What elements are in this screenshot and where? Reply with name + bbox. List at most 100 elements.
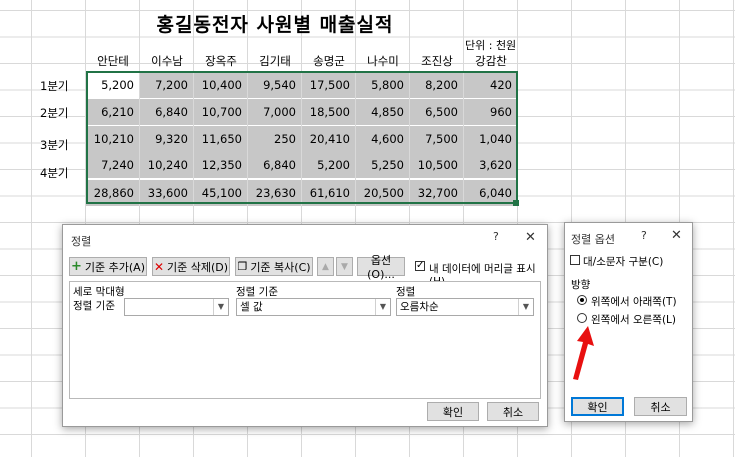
help-button[interactable]: ? [493,230,499,243]
close-button[interactable]: ✕ [671,228,682,243]
fill-handle[interactable] [513,200,519,206]
column-header[interactable]: 송명군 [302,53,356,69]
table-cell[interactable]: 28,860 [86,180,139,206]
column-header[interactable]: 나수미 [356,53,410,69]
table-cell[interactable]: 4,850 [356,99,409,125]
table-cell[interactable]: 6,040 [464,180,517,206]
table-cell[interactable]: 6,500 [410,99,463,125]
table-cell[interactable]: 20,410 [302,126,355,152]
table-cell[interactable]: 7,240 [86,152,139,178]
move-up-button[interactable]: ▲ [317,257,334,276]
table-cell[interactable]: 5,800 [356,72,409,98]
sort-on-header: 정렬 기준 [236,286,278,298]
column-header[interactable]: 안단테 [86,53,140,69]
sort-on-value: 셀 값 [240,301,263,313]
arrow-shape [573,326,594,380]
copy-icon: ❐ [237,260,248,273]
case-sensitive-checkbox[interactable] [570,255,580,265]
table-cell[interactable]: 12,350 [194,152,247,178]
order-select[interactable]: 오름차순 ▼ [396,298,534,316]
add-level-label: 기준 추가(A) [84,260,145,274]
table-cell[interactable]: 5,250 [356,152,409,178]
chevron-up-icon: ▲ [322,261,329,272]
table-cell[interactable]: 33,600 [140,180,193,206]
ok-button[interactable]: 확인 [427,402,479,421]
table-cell[interactable]: 1,040 [464,126,517,152]
top-to-bottom-label[interactable]: 위쪽에서 아래쪽(T) [591,294,677,309]
add-level-button[interactable]: + 기준 추가(A) [69,257,147,276]
sort-dialog-title: 정렬 [71,235,92,248]
row-header[interactable]: 2분기 [40,105,80,121]
table-cell[interactable]: 10,400 [194,72,247,98]
table-cell[interactable]: 250 [248,126,301,152]
orientation-label: 방향 [571,279,591,291]
row-header[interactable]: 4분기 [40,165,80,181]
table-cell[interactable]: 960 [464,99,517,125]
table-cell[interactable]: 10,700 [194,99,247,125]
copy-level-button[interactable]: ❐ 기준 복사(C) [235,257,313,276]
table-cell[interactable]: 10,500 [410,152,463,178]
table-cell[interactable]: 9,320 [140,126,193,152]
column-header[interactable]: 장옥주 [194,53,248,69]
table-cell[interactable]: 5,200 [86,72,139,98]
delete-level-label: 기준 삭제(D) [167,260,229,274]
table-cell[interactable]: 32,700 [410,180,463,206]
close-button[interactable]: ✕ [525,230,536,245]
table-cell[interactable]: 8,200 [410,72,463,98]
table-cell[interactable]: 9,540 [248,72,301,98]
chevron-down-icon: ▼ [341,261,348,272]
sheet-title[interactable]: 홍길동전자 사원별 매출실적 [150,10,400,37]
copy-level-label: 기준 복사(C) [250,260,311,274]
table-cell[interactable]: 7,500 [410,126,463,152]
chevron-down-icon: ▼ [375,299,390,315]
table-cell[interactable]: 17,500 [302,72,355,98]
table-cell[interactable]: 7,000 [248,99,301,125]
header-checkbox[interactable]: ✓ [415,261,425,271]
delete-level-button[interactable]: ✕ 기준 삭제(D) [152,257,230,276]
table-cell[interactable]: 23,630 [248,180,301,206]
sort-dialog: 정렬 ? ✕ + 기준 추가(A) ✕ 기준 삭제(D) ❐ 기준 복사(C) … [62,224,548,427]
sort-levels-list: 세로 막대형 정렬 기준 정렬 정렬 기준 ▼ 셀 값 ▼ 오름차순 ▼ [69,281,541,399]
table-cell[interactable]: 20,500 [356,180,409,206]
unit-label[interactable]: 단위 : 천원 [465,37,516,53]
table-cell[interactable]: 10,210 [86,126,139,152]
table-cell[interactable]: 6,840 [248,152,301,178]
top-to-bottom-radio[interactable] [577,295,587,305]
column-header[interactable]: 김기태 [248,53,302,69]
table-cell[interactable]: 3,620 [464,152,517,178]
column-header[interactable]: 이수남 [140,53,194,69]
cancel-button[interactable]: 취소 [634,397,687,416]
column-header-label: 세로 막대형 [73,286,125,298]
table-cell[interactable]: 4,600 [356,126,409,152]
row-header[interactable]: 3분기 [40,137,80,153]
row-header[interactable]: 1분기 [40,78,80,94]
cancel-button[interactable]: 취소 [487,402,539,421]
sort-by-label: 정렬 기준 [73,300,115,312]
help-button[interactable]: ? [641,229,647,242]
move-down-button[interactable]: ▼ [336,257,353,276]
ok-button[interactable]: 확인 [571,397,624,416]
case-sensitive-label[interactable]: 대/소문자 구분(C) [583,254,663,269]
chevron-down-icon: ▼ [213,299,228,315]
table-cell[interactable]: 11,650 [194,126,247,152]
order-header: 정렬 [396,286,416,298]
left-to-right-label[interactable]: 왼쪽에서 오른쪽(L) [591,312,676,327]
table-cell[interactable]: 18,500 [302,99,355,125]
column-header[interactable]: 강감찬 [464,53,518,69]
table-cell[interactable]: 7,200 [140,72,193,98]
table-cell[interactable]: 6,840 [140,99,193,125]
sort-on-select[interactable]: 셀 값 ▼ [236,298,391,316]
delete-icon: ✕ [153,259,165,274]
options-button[interactable]: 옵션(O)... [357,254,405,281]
table-cell[interactable]: 6,210 [86,99,139,125]
plus-icon: + [71,259,82,274]
column-select[interactable]: ▼ [124,298,229,316]
chevron-down-icon: ▼ [518,299,533,315]
table-cell[interactable]: 420 [464,72,517,98]
table-cell[interactable]: 10,240 [140,152,193,178]
column-header[interactable]: 조진상 [410,53,464,69]
order-value: 오름차순 [400,301,439,313]
table-cell[interactable]: 5,200 [302,152,355,178]
table-cell[interactable]: 45,100 [194,180,247,206]
table-cell[interactable]: 61,610 [302,180,355,206]
